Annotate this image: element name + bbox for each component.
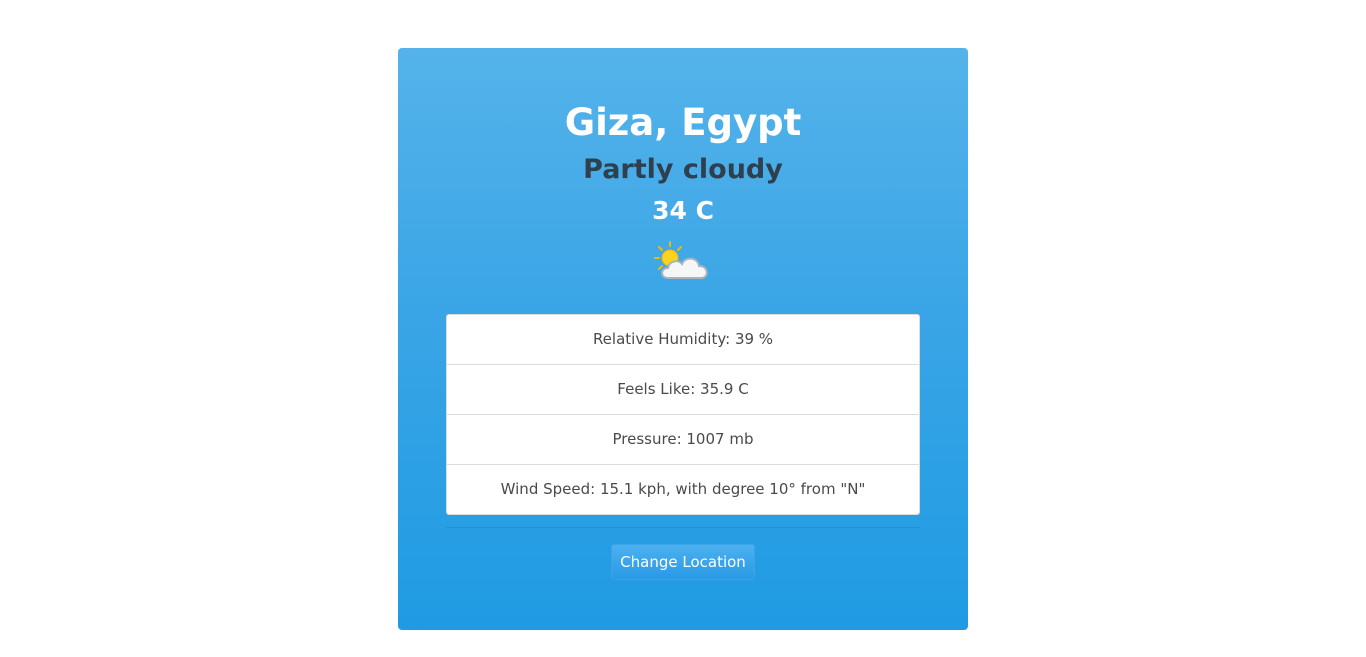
- humidity-row: Relative Humidity: 39 %: [447, 315, 919, 365]
- divider: [446, 527, 920, 528]
- weather-details-list: Relative Humidity: 39 % Feels Like: 35.9…: [446, 314, 920, 515]
- pressure-row: Pressure: 1007 mb: [447, 415, 919, 465]
- weather-condition: Partly cloudy: [583, 154, 783, 185]
- temperature: 34 C: [652, 196, 714, 225]
- partly-cloudy-icon: [652, 240, 712, 284]
- weather-card: Giza, Egypt Partly cloudy 34 C Relative …: [398, 48, 968, 630]
- location-title: Giza, Egypt: [564, 101, 802, 144]
- feels-like-row: Feels Like: 35.9 C: [447, 365, 919, 415]
- wind-speed-row: Wind Speed: 15.1 kph, with degree 10° fr…: [500, 480, 866, 498]
- change-location-button[interactable]: Change Location: [611, 544, 755, 580]
